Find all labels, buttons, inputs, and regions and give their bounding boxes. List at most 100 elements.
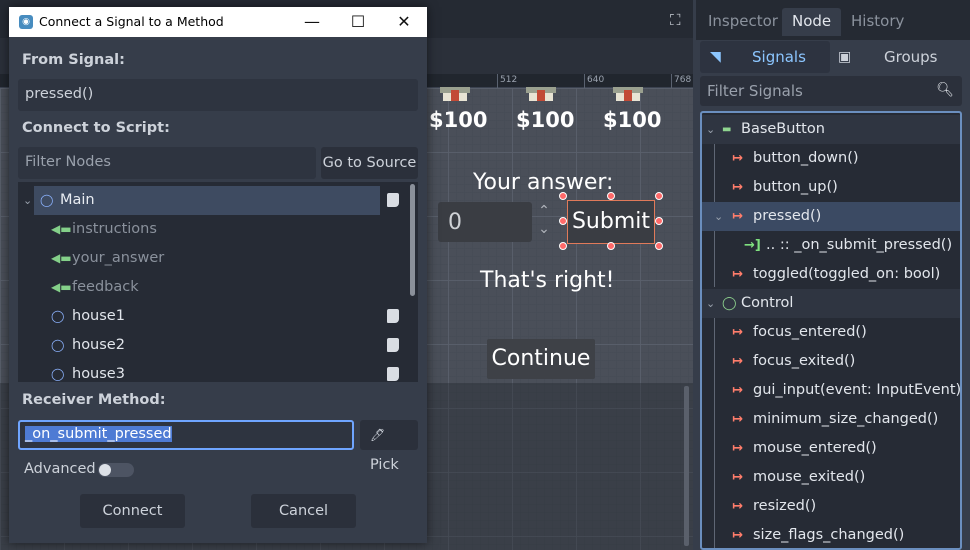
receiver-method-value: _on_submit_pressed <box>25 426 172 442</box>
connect-button[interactable]: Connect <box>80 494 185 528</box>
resize-handle[interactable] <box>607 192 615 200</box>
resize-handle[interactable] <box>559 217 567 225</box>
tree-node-your-answer[interactable]: ◀▬ your_answer <box>18 244 410 273</box>
dialog-titlebar[interactable]: ◉ Connect a Signal to a Method — ☐ ✕ <box>9 7 427 37</box>
groups-toggle-button[interactable]: ▣ Groups <box>832 41 966 73</box>
maximize-icon[interactable]: ☐ <box>335 7 381 37</box>
signal-item-selected[interactable]: ⌄ ↦ pressed() <box>702 202 960 231</box>
node-icon: ◯ <box>40 193 54 207</box>
chevron-down-icon[interactable]: ⌄ <box>706 115 715 144</box>
signal-icon: ↦ <box>732 412 743 427</box>
viewport-scrollbar[interactable] <box>684 386 689 546</box>
close-icon[interactable]: ✕ <box>381 7 427 37</box>
godot-editor: ⛶ 512 640 768 $100 $100 $100 Your answer… <box>0 0 970 550</box>
tab-inspector[interactable]: Inspector <box>698 8 788 36</box>
resize-handle[interactable] <box>655 192 663 200</box>
script-icon[interactable] <box>387 367 399 381</box>
signal-item[interactable]: ↦ button_up() <box>702 173 960 202</box>
advanced-label: Advanced <box>24 461 96 477</box>
signal-icon: ↦ <box>732 528 743 543</box>
continue-button[interactable]: Continue <box>487 339 595 379</box>
basebutton-icon: ▬ <box>722 124 732 135</box>
from-signal-field: pressed() <box>18 79 418 111</box>
filter-signals-placeholder: Filter Signals <box>707 82 803 100</box>
tree-node-house2[interactable]: ◯ house2 <box>18 331 410 360</box>
signal-icon: ↦ <box>732 151 743 166</box>
signals-toggle-label: Signals <box>752 48 806 66</box>
filter-signals-input[interactable]: Filter Signals 🔍︎ <box>700 76 962 106</box>
house-price: $100 <box>603 108 662 132</box>
signal-icon: ↦ <box>732 180 743 195</box>
house-sprite[interactable] <box>613 87 643 101</box>
resize-handle[interactable] <box>655 242 663 250</box>
answer-spinbox[interactable]: 0 <box>438 202 532 242</box>
submit-button[interactable]: Submit <box>567 200 655 244</box>
node-icon: ◯ <box>51 367 65 381</box>
script-icon[interactable] <box>387 193 399 207</box>
signal-icon: ↦ <box>732 383 743 398</box>
minimize-icon[interactable]: — <box>289 7 335 37</box>
tab-node[interactable]: Node <box>782 8 842 36</box>
spinbox-arrows-icon[interactable]: ⌃ ⌄ <box>536 202 552 242</box>
groups-icon: ▣ <box>838 49 852 65</box>
go-to-source-button[interactable]: Go to Source <box>321 147 418 179</box>
house-price: $100 <box>429 108 488 132</box>
signal-item[interactable]: ↦ minimum_size_changed() <box>702 405 960 434</box>
chevron-down-icon[interactable]: ⌄ <box>23 186 32 215</box>
resize-handle[interactable] <box>559 242 567 250</box>
node-icon: ◯ <box>51 309 65 323</box>
godot-logo-icon: ◉ <box>19 15 33 29</box>
tree-node-house1[interactable]: ◯ house1 <box>18 302 410 331</box>
feedback-label: That's right! <box>480 268 615 293</box>
tree-node-feedback[interactable]: ◀▬ feedback <box>18 273 410 302</box>
tree-node-instructions[interactable]: ◀▬ instructions <box>18 215 410 244</box>
signal-item[interactable]: ↦ mouse_entered() <box>702 434 960 463</box>
tab-history[interactable]: History <box>841 8 914 36</box>
receiver-method-input[interactable]: _on_submit_pressed <box>18 420 354 450</box>
signal-item[interactable]: ↦ toggled(toggled_on: bool) <box>702 260 960 289</box>
receiver-method-label: Receiver Method: <box>22 392 166 408</box>
signal-item[interactable]: ↦ size_flags_changed() <box>702 521 960 548</box>
cancel-button[interactable]: Cancel <box>251 494 356 528</box>
node-tree[interactable]: ◯ Main ⌄ ◀▬ instructions ◀▬ your_answer … <box>18 182 418 382</box>
tree-node-house3[interactable]: ◯ house3 <box>18 360 410 382</box>
connection-item[interactable]: →] .. :: _on_submit_pressed() <box>702 231 960 260</box>
filter-nodes-input[interactable]: Filter Nodes <box>18 147 316 179</box>
label-node-icon: ◀▬ <box>51 222 72 236</box>
node-tree-scrollbar[interactable] <box>410 184 415 296</box>
control-node-icon: ◯ <box>722 296 737 311</box>
signal-item[interactable]: ↦ mouse_exited() <box>702 463 960 492</box>
pick-method-button[interactable]: 🖊︎ Pick <box>360 420 418 473</box>
signal-item[interactable]: ↦ resized() <box>702 492 960 521</box>
tree-section-control[interactable]: ⌄ ◯ Control <box>702 289 960 318</box>
connect-signal-dialog: ◉ Connect a Signal to a Method — ☐ ✕ Fro… <box>9 7 427 543</box>
signals-tree[interactable]: ⌄ ▬ BaseButton ↦ button_down() ↦ button_… <box>700 111 962 550</box>
resize-handle[interactable] <box>607 242 615 250</box>
signal-icon: ↦ <box>732 267 743 282</box>
house-sprite[interactable] <box>526 87 556 101</box>
signal-item[interactable]: ↦ gui_input(event: InputEvent) <box>702 376 960 405</box>
distraction-free-icon[interactable]: ⛶ <box>670 12 686 28</box>
search-icon: 🔍︎ <box>936 82 954 98</box>
signal-item[interactable]: ↦ focus_entered() <box>702 318 960 347</box>
toggle-knob <box>99 464 111 476</box>
signal-icon: ↦ <box>732 354 743 369</box>
pick-label: Pick <box>370 457 399 473</box>
signals-toggle-button[interactable]: ◥ Signals <box>700 41 830 73</box>
connection-icon: →] <box>744 238 761 253</box>
resize-handle[interactable] <box>559 192 567 200</box>
groups-toggle-label: Groups <box>884 48 938 66</box>
chevron-down-icon[interactable]: ⌄ <box>706 289 715 318</box>
ruler-tick <box>497 74 498 88</box>
signal-item[interactable]: ↦ focus_exited() <box>702 347 960 376</box>
resize-handle[interactable] <box>655 217 663 225</box>
script-icon[interactable] <box>387 338 399 352</box>
advanced-toggle[interactable] <box>98 463 134 477</box>
house-sprite[interactable] <box>440 87 470 101</box>
signal-item[interactable]: ↦ button_down() <box>702 144 960 173</box>
script-icon[interactable] <box>387 309 399 323</box>
tree-node-main[interactable]: ◯ Main <box>34 186 380 215</box>
ruler-mark: 768 <box>674 75 692 85</box>
chevron-down-icon[interactable]: ⌄ <box>714 202 723 231</box>
tree-section-basebutton[interactable]: ⌄ ▬ BaseButton <box>702 115 960 144</box>
